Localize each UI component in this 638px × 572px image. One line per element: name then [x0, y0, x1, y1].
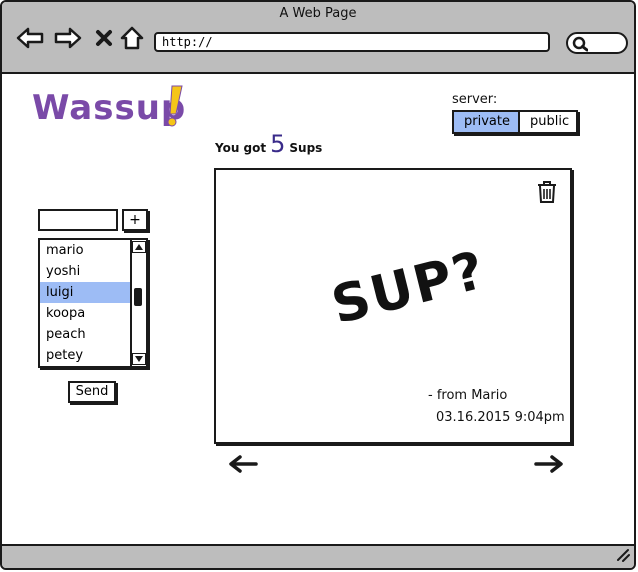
list-item[interactable]: petey	[40, 345, 130, 366]
recipient-input[interactable]	[38, 209, 118, 231]
send-button[interactable]: Send	[68, 381, 116, 403]
server-option-public[interactable]: public	[520, 112, 576, 132]
logo-exclamation-mark	[164, 84, 184, 132]
contact-list-scrollbar[interactable]	[130, 240, 146, 366]
search-icon	[572, 36, 588, 52]
app-logo: Wassup	[32, 85, 186, 138]
arrow-right-icon[interactable]	[534, 454, 564, 474]
close-x-icon[interactable]	[90, 24, 118, 52]
server-option-private[interactable]: private	[454, 112, 520, 132]
url-field[interactable]: http://	[154, 32, 550, 52]
list-item[interactable]: peach	[40, 324, 130, 345]
status-bar	[2, 544, 634, 568]
resize-grip-icon[interactable]	[614, 546, 630, 566]
browser-chrome: A Web Page http://	[2, 2, 634, 74]
home-icon[interactable]	[118, 24, 146, 52]
trash-icon[interactable]	[536, 180, 558, 208]
contact-list[interactable]: mario yoshi luigi koopa peach petey	[38, 238, 148, 368]
list-item[interactable]: koopa	[40, 303, 130, 324]
sup-counter: You got 5 Sups	[215, 130, 322, 158]
add-contact-button[interactable]: +	[122, 209, 148, 231]
window-title: A Web Page	[279, 6, 357, 21]
counter-suffix: Sups	[289, 141, 323, 155]
sup-sender: - from Mario	[428, 388, 508, 403]
scroll-up-icon[interactable]	[132, 241, 146, 253]
forward-arrow-icon[interactable]	[54, 24, 82, 52]
server-label: server:	[452, 92, 498, 107]
sup-card: SUP? - from Mario 03.16.2015 9:04pm	[214, 168, 572, 444]
browser-window: A Web Page http:// Wassup server: privat…	[0, 0, 636, 570]
back-arrow-icon[interactable]	[16, 24, 44, 52]
scroll-thumb[interactable]	[134, 288, 142, 306]
counter-prefix: You got	[215, 141, 267, 155]
scroll-down-icon[interactable]	[132, 353, 146, 365]
browser-search-field[interactable]	[566, 32, 628, 54]
sup-timestamp: 03.16.2015 9:04pm	[436, 410, 565, 425]
counter-value: 5	[270, 130, 286, 158]
list-item[interactable]: luigi	[40, 282, 130, 303]
list-item[interactable]: yoshi	[40, 261, 130, 282]
server-toggle: private public	[452, 110, 578, 134]
sup-message: SUP?	[326, 240, 492, 337]
list-item[interactable]: mario	[40, 240, 130, 261]
arrow-left-icon[interactable]	[228, 454, 258, 474]
